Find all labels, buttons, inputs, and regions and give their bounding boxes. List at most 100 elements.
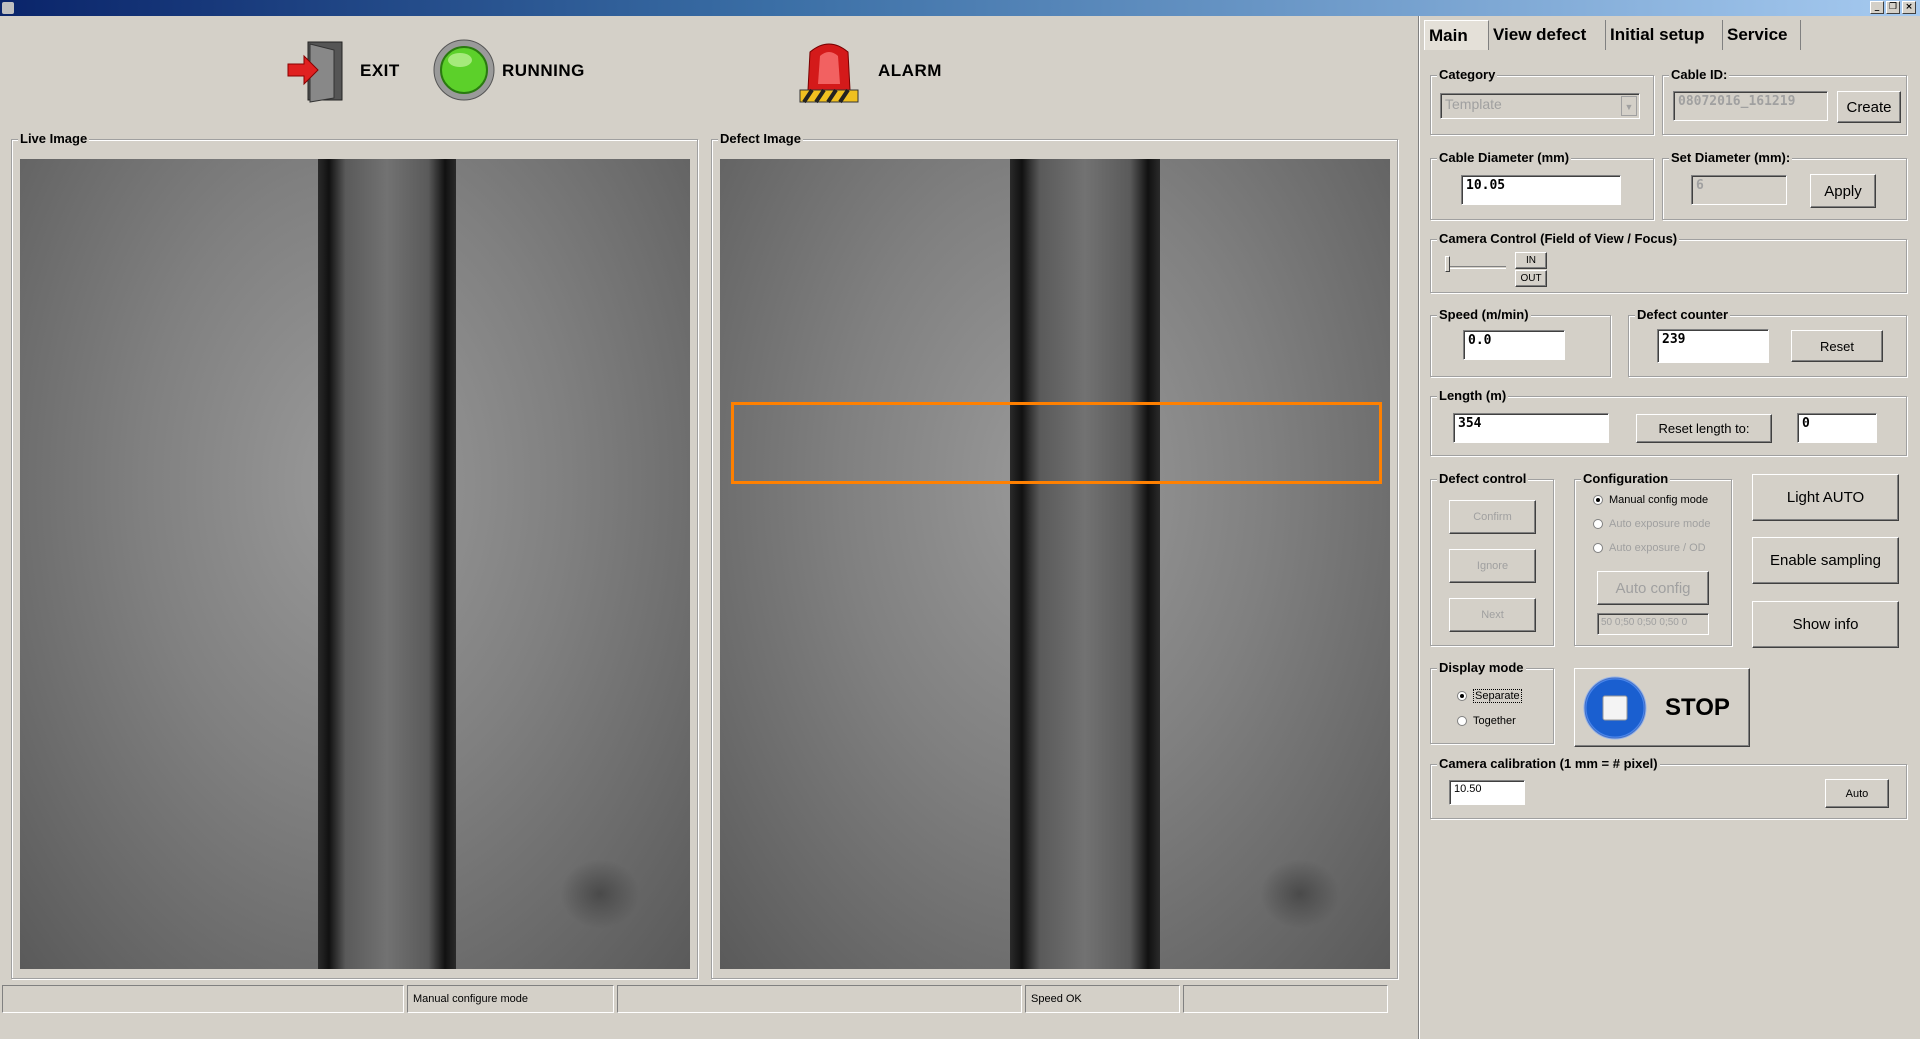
stop-label: STOP: [1665, 693, 1730, 721]
category-value: Template: [1445, 96, 1502, 112]
exit-label: EXIT: [360, 61, 400, 80]
auto-exposure-od-label: Auto exposure / OD: [1609, 542, 1706, 554]
live-image-title: Live Image: [18, 131, 90, 146]
defect-counter-value: 239: [1662, 332, 1686, 347]
status-cell-1: [2, 985, 404, 1013]
set-diameter-group: Set Diameter (mm): 6 Apply: [1662, 150, 1907, 220]
status-cell-2: Manual configure mode: [407, 985, 614, 1013]
exit-button[interactable]: EXIT: [286, 40, 406, 104]
tab-service[interactable]: Service: [1723, 20, 1801, 50]
alarm-label: ALARM: [878, 61, 942, 80]
tab-view-defect[interactable]: View defect: [1489, 20, 1606, 50]
set-diameter-title: Set Diameter (mm):: [1669, 150, 1793, 165]
config-values-field: 50 0;50 0;50 0;50 0: [1597, 613, 1709, 635]
calibration-title: Camera calibration (1 mm = # pixel): [1437, 756, 1660, 771]
display-mode-group: Display mode Separate Together: [1430, 660, 1554, 744]
radio-dot[interactable]: [1593, 495, 1603, 505]
reset-length-field[interactable]: 0: [1797, 413, 1877, 443]
defect-counter-group: Defect counter 239 Reset: [1628, 307, 1907, 377]
together-radio[interactable]: Together: [1457, 715, 1516, 727]
radio-dot[interactable]: [1457, 716, 1467, 726]
alarm-indicator: ALARM: [796, 34, 966, 106]
create-button[interactable]: Create: [1837, 91, 1901, 123]
radio-dot[interactable]: [1593, 543, 1603, 553]
show-info-button[interactable]: Show info: [1752, 601, 1899, 648]
live-cable: [318, 159, 456, 969]
app-icon: [2, 2, 14, 14]
right-panel-divider: [1418, 16, 1420, 1039]
stop-icon: [1583, 676, 1647, 739]
cable-diameter-group: Cable Diameter (mm) 10.05: [1430, 150, 1654, 220]
camera-control-title: Camera Control (Field of View / Focus): [1437, 231, 1680, 246]
auto-exposure-od-radio[interactable]: Auto exposure / OD: [1593, 542, 1706, 554]
cable-diameter-title: Cable Diameter (mm): [1437, 150, 1572, 165]
length-value: 354: [1458, 416, 1482, 431]
set-diameter-field[interactable]: 6: [1691, 175, 1787, 205]
reset-length-value: 0: [1802, 416, 1810, 431]
chevron-down-icon[interactable]: ▼: [1621, 96, 1637, 116]
defect-cable: [1010, 159, 1160, 969]
category-title: Category: [1437, 67, 1498, 82]
defect-highlight-box: [731, 402, 1382, 484]
focus-slider-thumb[interactable]: [1445, 256, 1450, 272]
speed-group: Speed (m/min) 0.0: [1430, 307, 1611, 377]
status-cell-4: Speed OK: [1025, 985, 1180, 1013]
cable-diameter-value: 10.05: [1466, 178, 1506, 193]
defect-spot: [1260, 859, 1340, 929]
display-mode-title: Display mode: [1437, 660, 1526, 675]
running-light-icon: [433, 39, 495, 101]
close-icon[interactable]: ×: [1902, 1, 1916, 14]
confirm-button[interactable]: Confirm: [1449, 500, 1536, 534]
length-title: Length (m): [1437, 388, 1509, 403]
reset-counter-button[interactable]: Reset: [1791, 330, 1883, 362]
next-button[interactable]: Next: [1449, 598, 1536, 632]
defect-image-view: [720, 159, 1390, 969]
focus-in-button[interactable]: IN: [1515, 252, 1547, 269]
speed-field: 0.0: [1463, 330, 1565, 360]
radio-dot[interactable]: [1593, 519, 1603, 529]
configuration-group: Configuration Manual config mode Auto ex…: [1574, 471, 1732, 646]
light-auto-button[interactable]: Light AUTO: [1752, 474, 1899, 521]
reset-length-button[interactable]: Reset length to:: [1636, 414, 1772, 443]
calibration-auto-button[interactable]: Auto: [1825, 779, 1889, 808]
defect-control-title: Defect control: [1437, 471, 1529, 486]
camera-control-group: Camera Control (Field of View / Focus) I…: [1430, 231, 1907, 293]
minimize-icon[interactable]: _: [1870, 1, 1884, 14]
auto-config-button[interactable]: Auto config: [1597, 571, 1709, 605]
tab-main[interactable]: Main: [1424, 20, 1489, 50]
defect-counter-field: 239: [1657, 329, 1769, 363]
stop-button[interactable]: STOP: [1574, 668, 1750, 747]
enable-sampling-button[interactable]: Enable sampling: [1752, 537, 1899, 584]
auto-exposure-radio[interactable]: Auto exposure mode: [1593, 518, 1711, 530]
calibration-group: Camera calibration (1 mm = # pixel) 10.5…: [1430, 756, 1907, 819]
defect-image-title: Defect Image: [718, 131, 803, 146]
auto-exposure-label: Auto exposure mode: [1609, 518, 1711, 530]
cable-id-field[interactable]: 08072016_161219: [1673, 91, 1828, 121]
apply-button[interactable]: Apply: [1810, 174, 1876, 208]
separate-radio[interactable]: Separate: [1457, 689, 1522, 703]
tab-initial-setup[interactable]: Initial setup: [1606, 20, 1723, 50]
length-group: Length (m) 354 Reset length to: 0: [1430, 388, 1907, 456]
cable-id-value: 08072016_161219: [1678, 94, 1796, 109]
cable-diameter-field[interactable]: 10.05: [1461, 175, 1621, 205]
focus-slider[interactable]: [1446, 266, 1506, 269]
ignore-button[interactable]: Ignore: [1449, 549, 1536, 583]
cable-id-title: Cable ID:: [1669, 67, 1730, 82]
config-values: 50 0;50 0;50 0;50 0: [1601, 617, 1688, 628]
manual-config-label: Manual config mode: [1609, 494, 1709, 506]
window-title-bar: _ ❐ ×: [0, 0, 1920, 16]
calibration-value: 10.50: [1454, 783, 1482, 795]
radio-dot[interactable]: [1457, 691, 1467, 701]
manual-config-radio[interactable]: Manual config mode: [1593, 494, 1708, 506]
live-image-view: [20, 159, 690, 969]
length-field: 354: [1453, 413, 1609, 443]
cable-id-group: Cable ID: 08072016_161219 Create: [1662, 67, 1907, 135]
exit-door-icon: [287, 41, 343, 103]
focus-out-button[interactable]: OUT: [1515, 270, 1547, 287]
category-select[interactable]: Template ▼: [1440, 93, 1640, 119]
restore-icon[interactable]: ❐: [1886, 1, 1900, 14]
speed-title: Speed (m/min): [1437, 307, 1531, 322]
calibration-field[interactable]: 10.50: [1449, 780, 1525, 805]
configuration-title: Configuration: [1581, 471, 1671, 486]
status-cell-3: [617, 985, 1022, 1013]
